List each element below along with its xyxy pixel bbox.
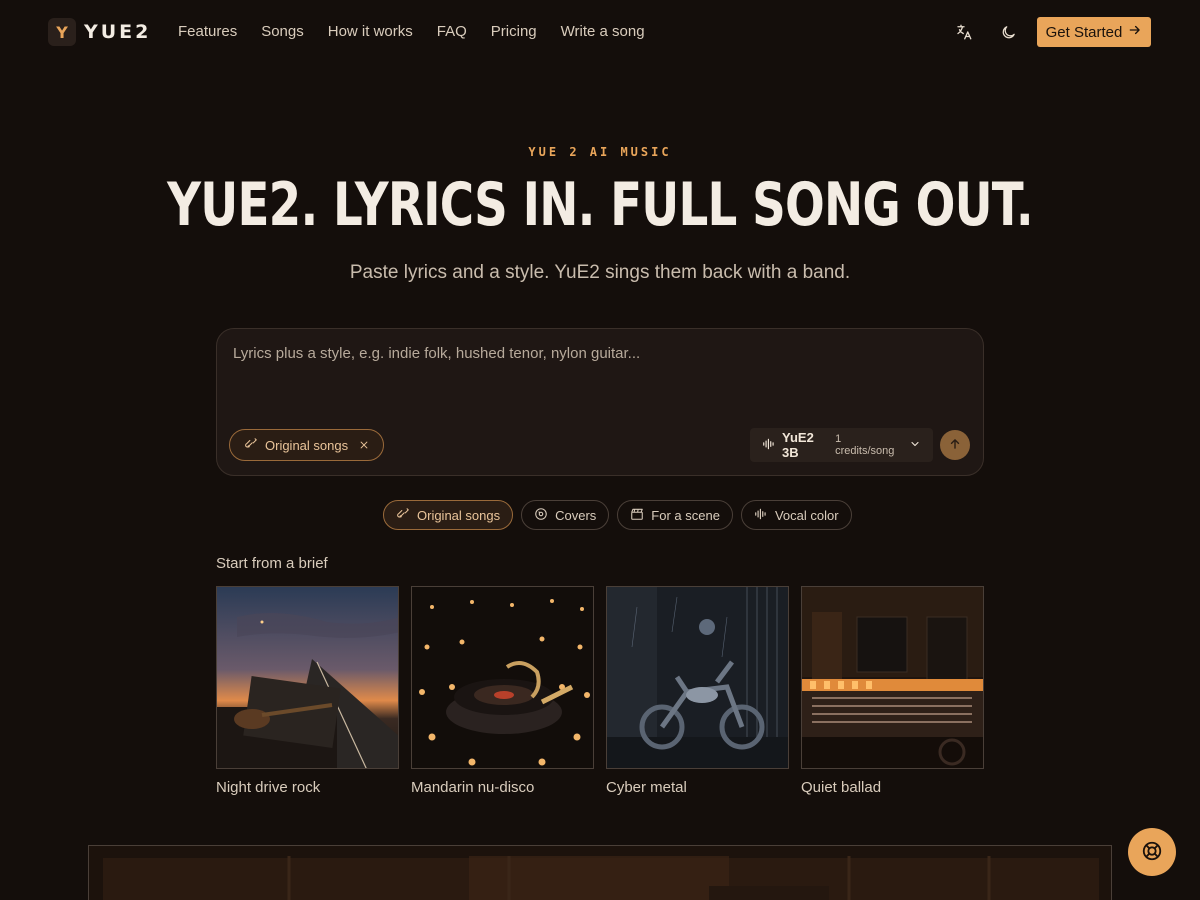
chip-original-songs[interactable]: Original songs (383, 500, 514, 530)
brief-thumbnail (216, 586, 399, 769)
lyrics-input[interactable] (233, 345, 969, 415)
chip-for-a-scene[interactable]: For a scene (617, 500, 733, 530)
help-button[interactable] (1128, 828, 1176, 876)
chip-vocal-color[interactable]: Vocal color (740, 500, 852, 530)
moon-icon[interactable] (996, 20, 1020, 44)
brief-cards: Night drive rock Mandarin nu-disco Cyber… (216, 586, 984, 796)
get-started-label: Get Started (1045, 23, 1123, 41)
model-name: YuE2 3B (782, 430, 814, 460)
waveform-icon (762, 437, 776, 454)
waveform-icon (754, 507, 768, 524)
nav-link-faq[interactable]: FAQ (437, 23, 467, 40)
nav-links: Features Songs How it works FAQ Pricing … (178, 23, 669, 40)
close-icon[interactable] (359, 438, 369, 453)
category-chips: Original songs Covers For a scene Vocal … (383, 500, 852, 530)
logo-text: YUE2 (84, 21, 152, 43)
guitar-icon (244, 437, 258, 454)
prompt-box: Original songs YuE2 3B 1 credits/song (216, 328, 984, 476)
arrow-up-icon (948, 437, 962, 454)
brief-card-mandarin-nu-disco[interactable]: Mandarin nu-disco (411, 586, 594, 796)
logo-mark: Y (48, 18, 76, 46)
clapper-icon (630, 507, 644, 524)
nav-link-write-a-song[interactable]: Write a song (561, 23, 645, 40)
chip-label: Original songs (417, 507, 501, 523)
get-started-button[interactable]: Get Started (1037, 17, 1151, 47)
guitar-icon (396, 507, 410, 524)
brief-card-quiet-ballad[interactable]: Quiet ballad (801, 586, 984, 796)
briefs-title: Start from a brief (216, 555, 328, 572)
model-select[interactable]: YuE2 3B 1 credits/song (750, 428, 933, 462)
hero-headline: YUE2. LYRICS IN. FULL SONG OUT. (167, 170, 1033, 240)
nav-link-features[interactable]: Features (178, 23, 237, 40)
nav-link-how-it-works[interactable]: How it works (328, 23, 413, 40)
brief-thumbnail (801, 586, 984, 769)
chip-label: Vocal color (774, 507, 839, 523)
vinyl-icon (534, 507, 548, 524)
model-cost: 1 credits/song (835, 433, 895, 457)
mode-tag-label: Original songs (265, 437, 349, 453)
send-button[interactable] (940, 430, 970, 460)
nav-link-songs[interactable]: Songs (261, 23, 304, 40)
nav-link-pricing[interactable]: Pricing (491, 23, 537, 40)
translate-icon[interactable] (952, 20, 976, 44)
chip-label: For a scene (651, 507, 720, 523)
arrow-right-icon (1128, 23, 1142, 41)
top-nav: Y YUE2 Features Songs How it works FAQ P… (0, 0, 1200, 64)
showcase-banner-image (88, 845, 1112, 900)
brief-thumbnail (606, 586, 789, 769)
brief-card-label: Mandarin nu-disco (411, 779, 535, 796)
hero-eyebrow: YUE 2 AI MUSIC (528, 145, 672, 159)
brief-card-cyber-metal[interactable]: Cyber metal (606, 586, 789, 796)
chip-covers[interactable]: Covers (521, 500, 610, 530)
hero-subline: Paste lyrics and a style. YuE2 sings the… (349, 262, 851, 283)
chevron-down-icon (909, 438, 921, 453)
mode-tag-chip[interactable]: Original songs (229, 429, 385, 461)
chip-label: Covers (555, 507, 597, 523)
brief-card-label: Cyber metal (606, 779, 687, 796)
logo[interactable]: Y YUE2 (48, 18, 151, 46)
brief-card-label: Night drive rock (216, 779, 321, 796)
brief-thumbnail (411, 586, 594, 769)
brief-card-night-drive-rock[interactable]: Night drive rock (216, 586, 399, 796)
lifebuoy-icon (1141, 840, 1163, 865)
brief-card-label: Quiet ballad (801, 779, 882, 796)
